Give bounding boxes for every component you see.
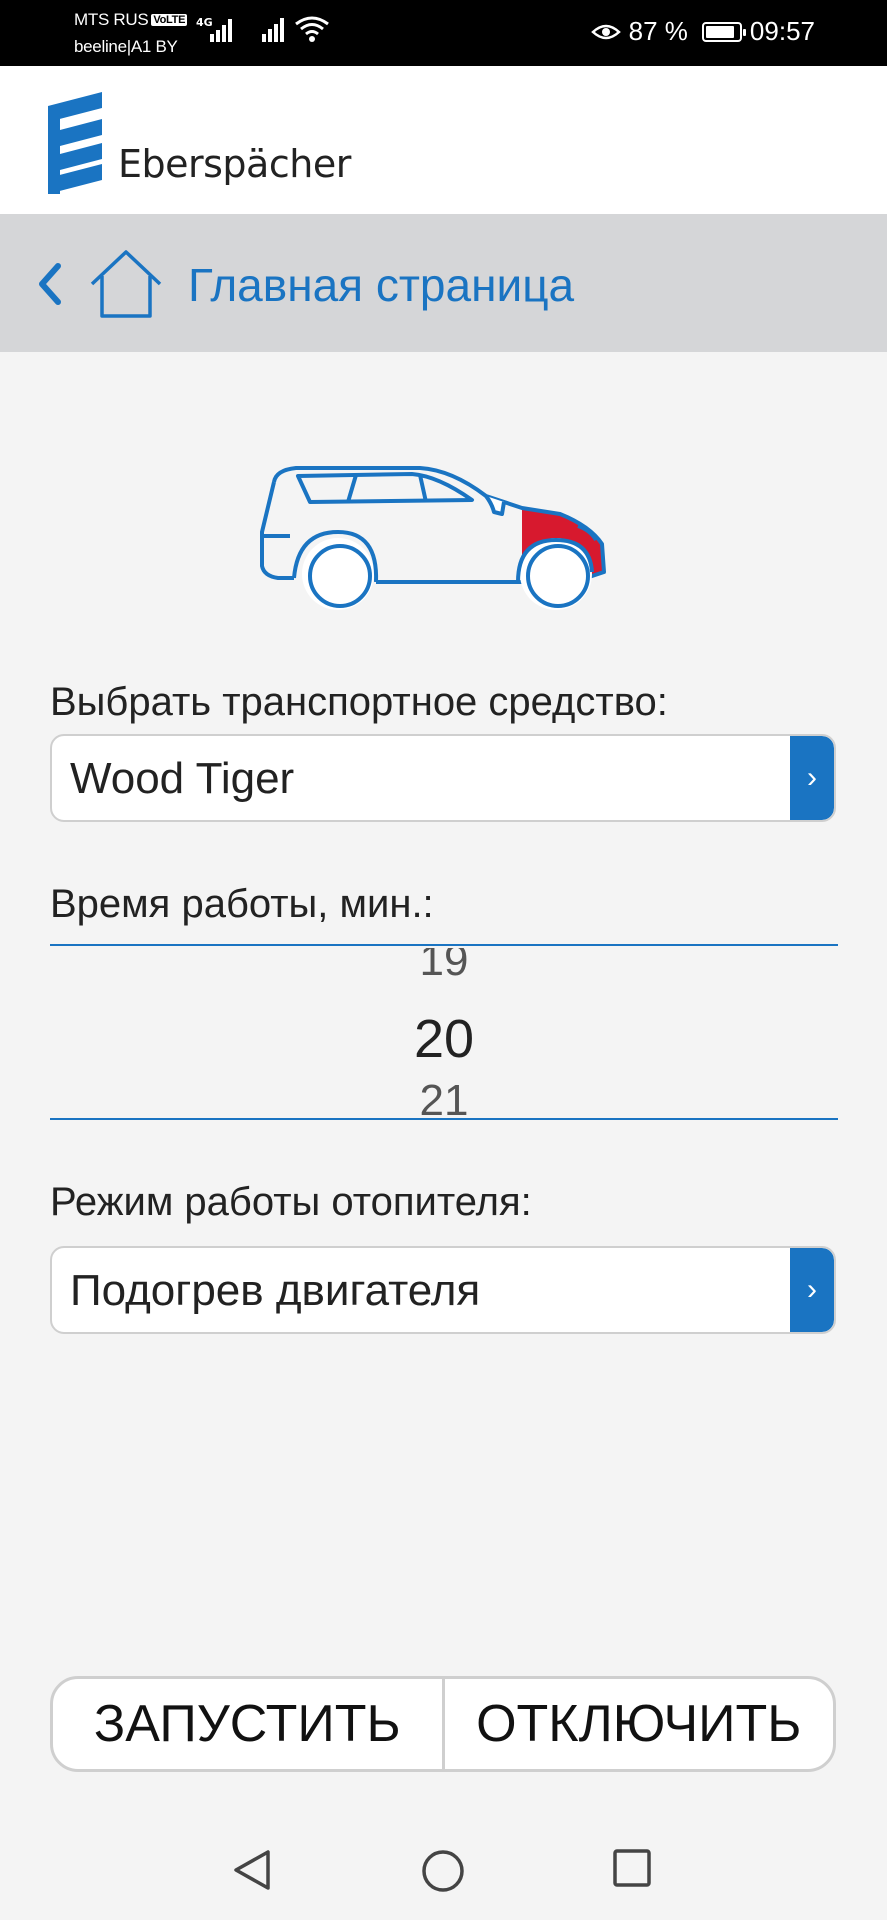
system-navigation [0,1820,887,1920]
home-icon[interactable] [88,248,164,320]
picker-item-previous[interactable]: 19 [50,948,838,986]
wifi-icon [295,16,329,42]
picker-bottom-divider [50,1118,838,1120]
app-header: Eberspächer [0,66,887,214]
brand-name: Eberspächer [118,142,351,186]
volte-badge: VoLTE [151,14,188,26]
system-home-icon[interactable] [420,1848,466,1894]
signal-icon: 4G [196,16,232,42]
status-bar: MTS RUS VoLTE beeline|A1 BY 4G 87 % 09:57 [0,0,887,66]
mode-select[interactable]: Подогрев двигателя › [50,1246,836,1334]
stop-button[interactable]: ОТКЛЮЧИТЬ [441,1679,834,1769]
mode-select-value: Подогрев двигателя [70,1266,481,1315]
vehicle-select[interactable]: Wood Tiger › [50,734,836,822]
eberspaecher-logo-icon [48,92,102,194]
vehicle-label: Выбрать транспортное средство: [50,680,668,724]
system-back-icon[interactable] [232,1848,274,1892]
picker-item-selected[interactable]: 20 [50,1008,838,1070]
status-right: 87 % 09:57 [590,16,815,47]
runtime-picker[interactable]: 19 20 21 [50,948,838,1120]
battery-icon [701,21,746,42]
start-button[interactable]: ЗАПУСТИТЬ [53,1679,442,1769]
carrier-primary: MTS RUS VoLTE [74,10,188,29]
nav-bar[interactable]: Главная страница [0,214,887,352]
chevron-right-icon[interactable]: › [790,1248,834,1332]
mode-label: Режим работы отопителя: [50,1180,532,1224]
car-illustration-icon [260,466,606,610]
chevron-right-icon[interactable]: › [790,736,834,820]
back-chevron-icon[interactable] [36,262,64,306]
carrier-secondary: beeline|A1 BY [74,37,178,56]
clock: 09:57 [749,16,815,46]
battery-percent: 87 % [628,16,688,46]
runtime-label: Время работы, мин.: [50,882,434,926]
picker-top-divider [50,944,838,946]
system-recents-icon[interactable] [612,1848,652,1888]
vehicle-select-value: Wood Tiger [70,754,295,803]
network-type: 4G [196,16,213,29]
signal-icon-2 [262,18,284,42]
page-title[interactable]: Главная страница [188,258,574,312]
picker-item-next[interactable]: 21 [50,1076,838,1120]
eye-comfort-icon [590,24,621,39]
action-buttons: ЗАПУСТИТЬ ОТКЛЮЧИТЬ [50,1676,836,1772]
